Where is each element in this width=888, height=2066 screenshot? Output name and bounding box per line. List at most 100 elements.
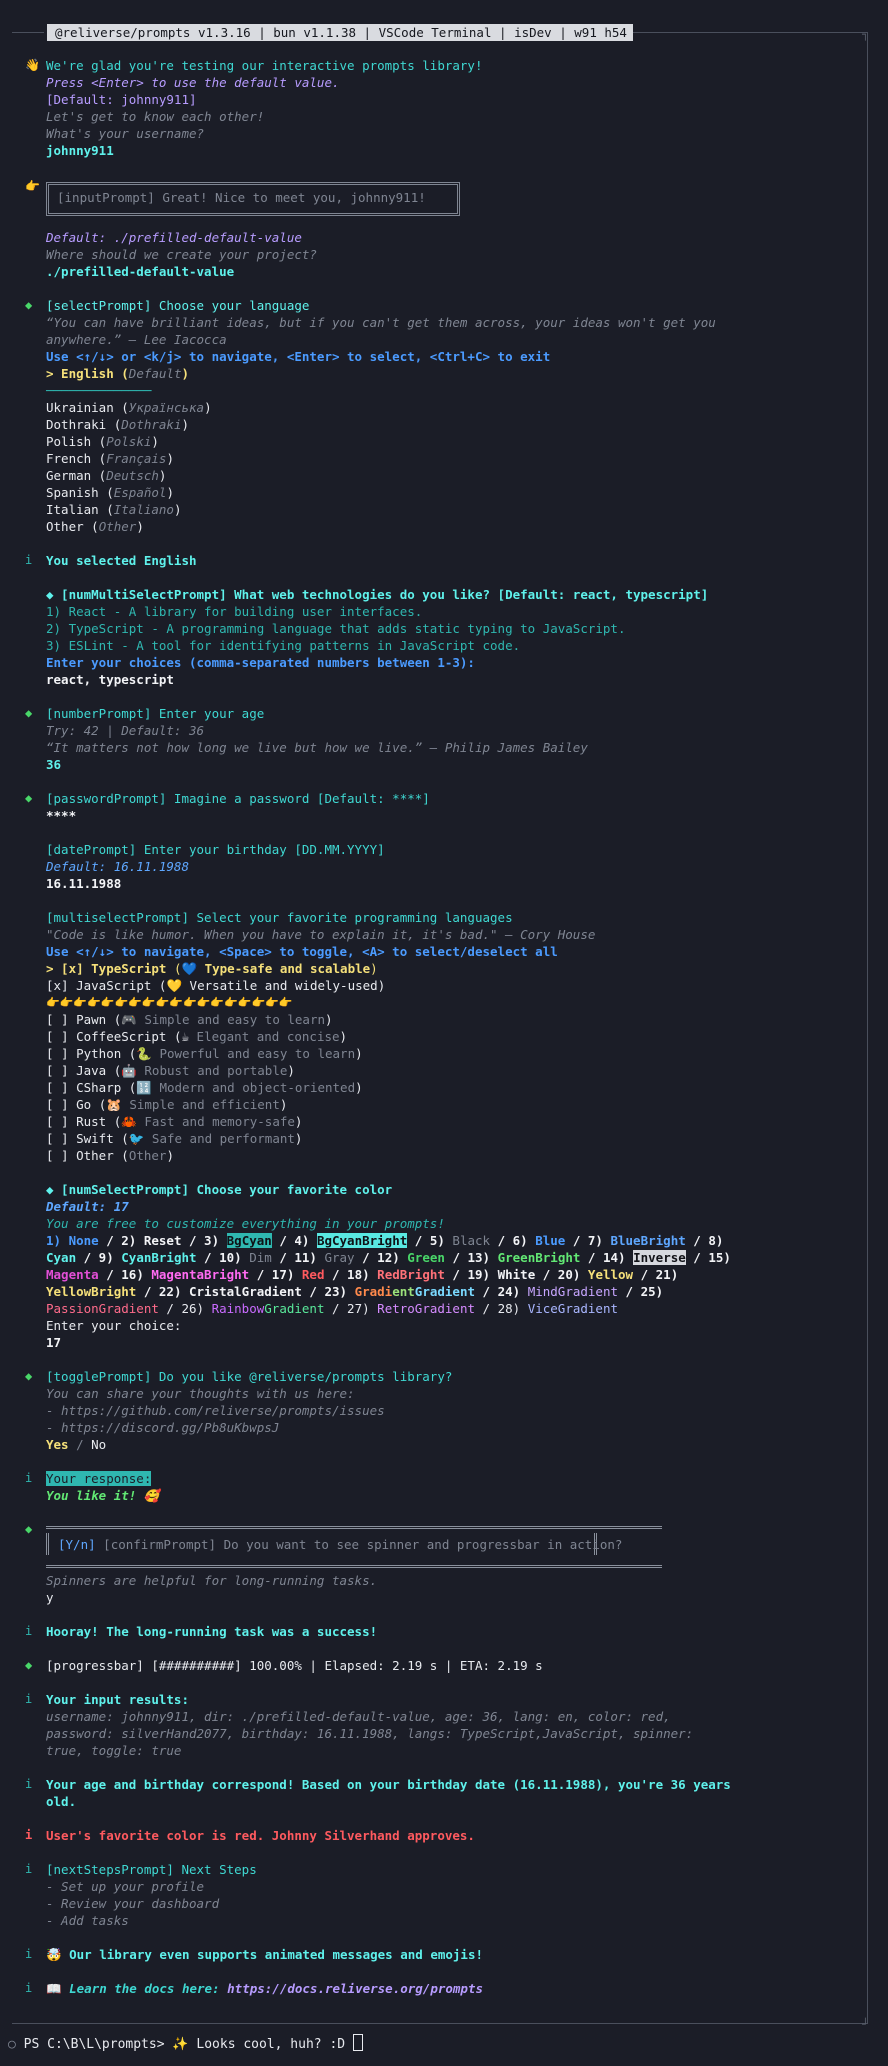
check-prefix: [x] [46, 978, 77, 993]
option-desc: Fast and memory-safe [144, 1114, 295, 1129]
project-default: Default: ./prefilled-default-value [46, 230, 302, 245]
langs-option[interactable]: [ ] Other (Other) [46, 1147, 174, 1164]
greeting-box: [inputPrompt] Great! Nice to meet you, j… [46, 182, 460, 216]
diamond-icon: ◆ [25, 1369, 33, 1383]
langs-option[interactable]: [ ] Pawn (🎮 Simple and easy to learn) [46, 1011, 333, 1028]
option-native: Other [98, 519, 137, 534]
birthday-default: Default: 16.11.1988 [46, 859, 189, 874]
option-desc: Other [128, 1148, 167, 1163]
age-quote: “It matters not how long we live but how… [46, 740, 588, 755]
age-answer: 36 [46, 757, 62, 772]
toggle-control[interactable]: Yes / No [46, 1436, 106, 1453]
option-native: Deutsch [106, 468, 159, 483]
tech-item: 2) TypeScript - A programming language t… [46, 621, 626, 636]
option-name: JavaScript [76, 978, 152, 993]
tech-title: ◆ [numMultiSelectPrompt] What web techno… [46, 587, 709, 602]
langs-option[interactable]: [ ] CoffeeScript (☕ Elegant and concise) [46, 1028, 347, 1045]
langs-option-checked[interactable]: > [x] TypeScript (💙 Type-safe and scalab… [46, 960, 378, 977]
option-desc: Type-safe and scalable [204, 961, 371, 976]
langs-title: [multiselectPrompt] Select your favorite… [46, 910, 513, 925]
terminal-window: ┐ ┘ @reliverse/prompts v1.3.16 | bun v1.… [0, 0, 888, 2066]
animated-message: 🤯 Our library even supports animated mes… [46, 1947, 483, 1962]
language-quote-2: anywhere.” – Lee Iacocca [46, 332, 227, 347]
favorite-color-message: User's favorite color is red. Johnny Sil… [46, 1828, 475, 1843]
option-name: Other [76, 1148, 114, 1163]
language-option[interactable]: Dothraki (Dothraki) [46, 416, 189, 433]
know-text: Let's get to know each other! [46, 109, 265, 124]
langs-option[interactable]: [ ] CSharp (🔢 Modern and object-oriented… [46, 1079, 363, 1096]
language-option[interactable]: Polish (Polski) [46, 433, 159, 450]
language-option[interactable]: French (Français) [46, 450, 174, 467]
option-desc: Versatile and widely-used [189, 978, 378, 993]
diamond-icon: ◆ [25, 791, 33, 805]
language-option[interactable]: Spanish (Español) [46, 484, 174, 501]
shell-prompt: PS C:\B\L\prompts> [23, 2037, 173, 2052]
confirm-question[interactable]: [Y/n] [confirmPrompt] Do you want to see… [58, 1536, 622, 1553]
toggle-yes[interactable]: Yes [46, 1437, 69, 1452]
frame-corner-top-right: ┐ [862, 28, 869, 41]
toggle-no[interactable]: No [91, 1437, 106, 1452]
info-icon: i [25, 553, 33, 567]
info-icon: i [25, 1828, 33, 1842]
option-native: Español [113, 485, 167, 500]
langs-option[interactable]: [ ] Swift (🐦 Safe and performant) [46, 1130, 302, 1147]
frame-corner-bottom-right: ┘ [862, 2018, 869, 2031]
option-emoji: 💙 [181, 961, 198, 976]
info-icon: i [25, 1947, 33, 1961]
color-title: ◆ [numSelectPrompt] Choose your favorite… [46, 1182, 393, 1197]
project-answer: ./prefilled-default-value [46, 264, 235, 279]
langs-option-checked[interactable]: [x] JavaScript (💛 Versatile and widely-u… [46, 977, 385, 994]
age-title: [numberPrompt] Enter your age [46, 706, 265, 721]
agecheck-line-2: old. [46, 1794, 77, 1809]
option-desc: Safe and performant [151, 1131, 295, 1146]
language-option[interactable]: German (Deutsch) [46, 467, 166, 484]
results-title: Your input results: [46, 1692, 189, 1707]
color-options-line-2: Cyan / 9) CyanBright / 10) Dim / 11) Gra… [46, 1250, 731, 1265]
color-hint: You are free to customize everything in … [46, 1216, 445, 1231]
response-label: Your response: [46, 1471, 152, 1486]
next-step-item: - Review your dashboard [46, 1896, 220, 1911]
option-emoji: 🐦 [128, 1131, 145, 1146]
info-icon: i [25, 1624, 33, 1638]
confirm-box-left [46, 1533, 52, 1555]
language-option[interactable]: Other (Other) [46, 518, 144, 535]
language-option[interactable]: Italian (Italiano) [46, 501, 182, 518]
option-desc: Powerful and easy to learn [159, 1046, 356, 1061]
langs-option[interactable]: [ ] Java (🤖 Robust and portable) [46, 1062, 295, 1079]
progressbar: [progressbar] [##########] 100.00% | Ela… [46, 1658, 543, 1673]
diamond-icon: ◆ [25, 1658, 33, 1672]
language-option[interactable]: Ukrainian (Українська) [46, 399, 212, 416]
shell-prompt-line[interactable]: ○ PS C:\B\L\prompts> ✨ Looks cool, huh? … [8, 2034, 363, 2052]
enter-hint: Press <Enter> to use the default value. [46, 75, 340, 90]
default-username: [Default: johnny911] [46, 92, 197, 107]
header-banner: @reliverse/prompts v1.3.16 | bun v1.1.38… [44, 24, 633, 41]
diamond-icon: ◆ [25, 706, 33, 720]
langs-option[interactable]: [ ] Rust (🦀 Fast and memory-safe) [46, 1113, 302, 1130]
password-title: [passwordPrompt] Imagine a password [Def… [46, 791, 430, 806]
docs-link[interactable]: https://docs.reliverse.org/prompts [227, 1981, 483, 1996]
option-name: Polish [46, 434, 92, 449]
langs-quote: "Code is like humor. When you have to ex… [46, 927, 596, 942]
langs-option[interactable]: [ ] Python (🐍 Powerful and easy to learn… [46, 1045, 363, 1062]
option-name: Swift [76, 1131, 114, 1146]
option-name: Spanish [46, 485, 99, 500]
confirm-yn: [Y/n] [58, 1537, 96, 1552]
option-name: Go [76, 1097, 92, 1112]
response-label-line: Your response: [46, 1470, 152, 1487]
option-name: Rust [76, 1114, 107, 1129]
diamond-icon: ◆ [25, 1522, 33, 1536]
welcome-text: We're glad you're testing our interactiv… [46, 58, 483, 73]
results-line-1: username: johnny911, dir: ./prefilled-de… [46, 1709, 671, 1724]
confirm-answer: y [46, 1590, 54, 1605]
language-option-selected[interactable]: > English (Default) [46, 365, 189, 382]
color-options-line-1: 1) None / 2) Reset / 3) BgCyan / 4) BgCy… [46, 1233, 724, 1248]
language-result: You selected English [46, 553, 197, 568]
langs-option[interactable]: [ ] Go (🐹 Simple and efficient) [46, 1096, 287, 1113]
option-emoji: 🎮 [121, 1012, 137, 1027]
language-quote-1: “You can have brilliant ideas, but if yo… [46, 315, 716, 330]
option-name: CoffeeScript [76, 1029, 167, 1044]
wave-icon: 👋 [25, 58, 40, 72]
option-name: Other [46, 519, 84, 534]
option-desc: Elegant and concise [196, 1029, 340, 1044]
option-name: Italian [46, 502, 99, 517]
